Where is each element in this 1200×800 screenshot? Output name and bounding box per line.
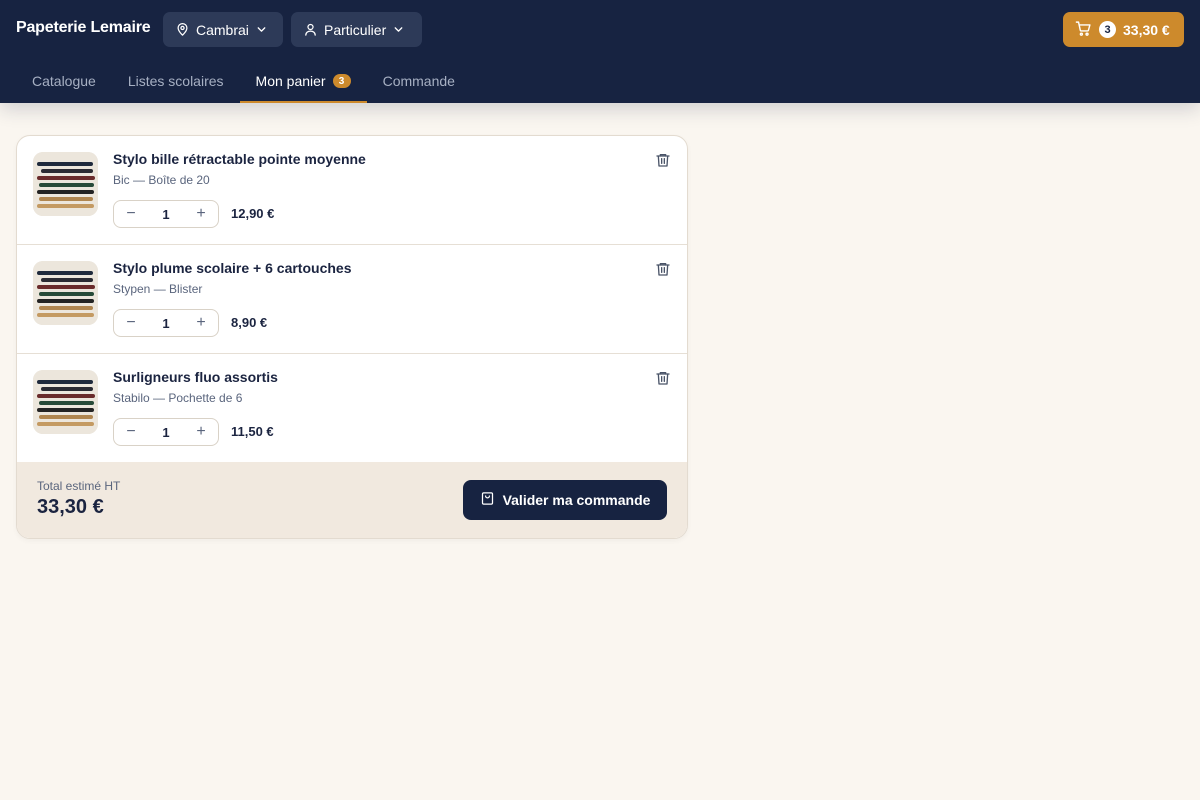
location-selector[interactable]: Cambrai [163, 12, 283, 47]
cart-item: Stylo plume scolaire + 6 cartouches Styp… [17, 245, 687, 354]
main-nav: Catalogue Listes scolaires Mon panier 3 … [16, 59, 471, 103]
brand-name[interactable]: Papeterie Lemaire [16, 19, 151, 37]
chevron-down-icon [392, 23, 405, 36]
total-label: Total estimé HT [37, 479, 121, 493]
tab-count-badge: 3 [332, 74, 351, 88]
tab-mon-panier[interactable]: Mon panier 3 [239, 59, 367, 103]
tab-label: Listes scolaires [127, 73, 224, 89]
header-cart-button[interactable]: 3 33,30 € [1063, 12, 1184, 47]
tab-listes-scolaires[interactable]: Listes scolaires [112, 59, 240, 103]
cart-item: Stylo bille rétractable pointe moyenne B… [17, 136, 687, 245]
product-subtitle: Stypen — Blister [113, 282, 203, 296]
decrement-button[interactable]: − [114, 419, 148, 445]
cart-total: 33,30 € [1123, 21, 1170, 38]
product-price: 11,50 € [231, 424, 274, 439]
product-price: 8,90 € [231, 315, 268, 330]
map-pin-icon [175, 22, 190, 37]
location-label: Cambrai [196, 21, 249, 38]
cart-panel: Stylo bille rétractable pointe moyenne B… [16, 135, 688, 539]
quantity-value[interactable]: 1 [148, 316, 184, 331]
top-header: Papeterie Lemaire Cambrai Particulier 3 … [0, 0, 1200, 103]
product-title[interactable]: Stylo plume scolaire + 6 cartouches [113, 260, 352, 276]
quantity-stepper: − 1 + [113, 418, 219, 446]
user-icon [303, 22, 318, 37]
tab-commande[interactable]: Commande [367, 59, 471, 103]
checkout-button[interactable]: Valider ma commande [463, 480, 667, 520]
shopping-bag-icon [480, 491, 495, 509]
quantity-stepper: − 1 + [113, 309, 219, 337]
product-thumbnail [33, 370, 98, 434]
product-title[interactable]: Surligneurs fluo assortis [113, 369, 278, 385]
product-title[interactable]: Stylo bille rétractable pointe moyenne [113, 151, 366, 167]
total-value: 33,30 € [37, 496, 104, 518]
tab-catalogue[interactable]: Catalogue [16, 59, 112, 103]
increment-button[interactable]: + [184, 419, 218, 445]
decrement-button[interactable]: − [114, 310, 148, 336]
quantity-value[interactable]: 1 [148, 207, 184, 222]
trash-icon[interactable] [655, 261, 671, 277]
quantity-value[interactable]: 1 [148, 425, 184, 440]
product-subtitle: Bic — Boîte de 20 [113, 173, 210, 187]
checkout-label: Valider ma commande [502, 492, 651, 508]
quantity-stepper: − 1 + [113, 200, 219, 228]
product-subtitle: Stabilo — Pochette de 6 [113, 391, 243, 405]
product-thumbnail [33, 261, 98, 325]
trash-icon[interactable] [655, 152, 671, 168]
product-thumbnail [33, 152, 98, 216]
chevron-down-icon [255, 23, 268, 36]
increment-button[interactable]: + [184, 310, 218, 336]
cart-item: Surligneurs fluo assortis Stabilo — Poch… [17, 354, 687, 463]
cart-icon [1075, 20, 1092, 40]
product-price: 12,90 € [231, 206, 275, 221]
tab-label: Commande [382, 73, 455, 89]
decrement-button[interactable]: − [114, 201, 148, 227]
customer-type-selector[interactable]: Particulier [291, 12, 422, 47]
cart-summary: Total estimé HT 33,30 € Valider ma comma… [17, 462, 687, 538]
increment-button[interactable]: + [184, 201, 218, 227]
tab-label: Mon panier [255, 73, 326, 89]
trash-icon[interactable] [655, 370, 671, 386]
tab-label: Catalogue [32, 73, 96, 89]
customer-type-label: Particulier [324, 21, 387, 38]
cart-count-badge: 3 [1099, 21, 1116, 38]
